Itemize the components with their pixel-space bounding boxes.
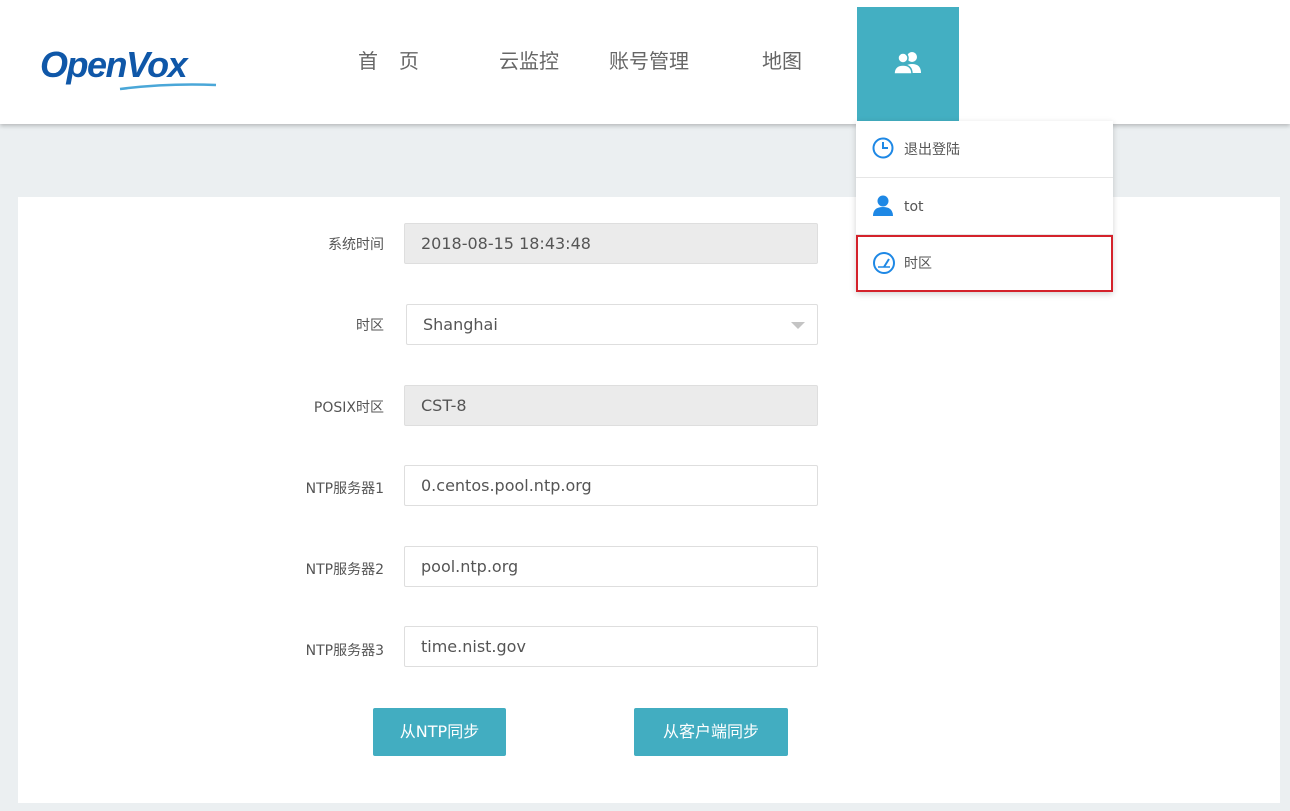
ntp-server-3-label: NTP服务器3 xyxy=(305,643,384,659)
user-menu-button[interactable] xyxy=(857,7,959,124)
dropdown-item-logout[interactable]: 退出登陆 xyxy=(856,121,1113,178)
dropdown-item-label: 退出登陆 xyxy=(904,142,960,158)
chevron-down-icon xyxy=(791,322,805,329)
posix-timezone-field: CST-8 xyxy=(404,385,818,426)
ntp-server-2-label: NTP服务器2 xyxy=(305,562,384,578)
clock-icon xyxy=(872,137,894,159)
ntp-server-1-label: NTP服务器1 xyxy=(305,481,384,497)
logo-swoosh-icon xyxy=(119,83,217,91)
timezone-label: 时区 xyxy=(356,318,384,334)
dropdown-item-label: tot xyxy=(904,199,924,215)
sync-from-client-button[interactable]: 从客户端同步 xyxy=(634,708,788,756)
ntp-server-3-input[interactable]: time.nist.gov xyxy=(404,626,818,667)
timezone-select-value: Shanghai xyxy=(423,315,498,334)
user-dropdown-menu: 退出登陆 tot 时区 xyxy=(856,121,1113,292)
nav-account-management[interactable]: 账号管理 xyxy=(609,47,689,75)
timezone-select[interactable]: Shanghai xyxy=(406,304,818,345)
ntp-server-2-input[interactable]: pool.ntp.org xyxy=(404,546,818,587)
posix-timezone-label: POSIX时区 xyxy=(313,400,384,416)
system-time-field: 2018-08-15 18:43:48 xyxy=(404,223,818,264)
top-navbar: OpenVox 首页 云监控 账号管理 地图 xyxy=(0,0,1290,124)
user-icon xyxy=(873,195,893,216)
ntp-server-1-input[interactable]: 0.centos.pool.ntp.org xyxy=(404,465,818,506)
users-icon xyxy=(894,52,921,75)
openvox-logo[interactable]: OpenVox xyxy=(40,44,188,86)
sync-from-ntp-button[interactable]: 从NTP同步 xyxy=(373,708,506,756)
nav-map[interactable]: 地图 xyxy=(762,47,802,75)
nav-cloud-monitor[interactable]: 云监控 xyxy=(499,47,559,75)
system-time-label: 系统时间 xyxy=(328,237,384,253)
dropdown-item-user[interactable]: tot xyxy=(856,178,1113,235)
gauge-icon xyxy=(873,252,895,274)
nav-home[interactable]: 首页 xyxy=(358,47,440,75)
dropdown-item-timezone[interactable]: 时区 xyxy=(856,235,1113,292)
dropdown-item-label: 时区 xyxy=(904,256,932,272)
